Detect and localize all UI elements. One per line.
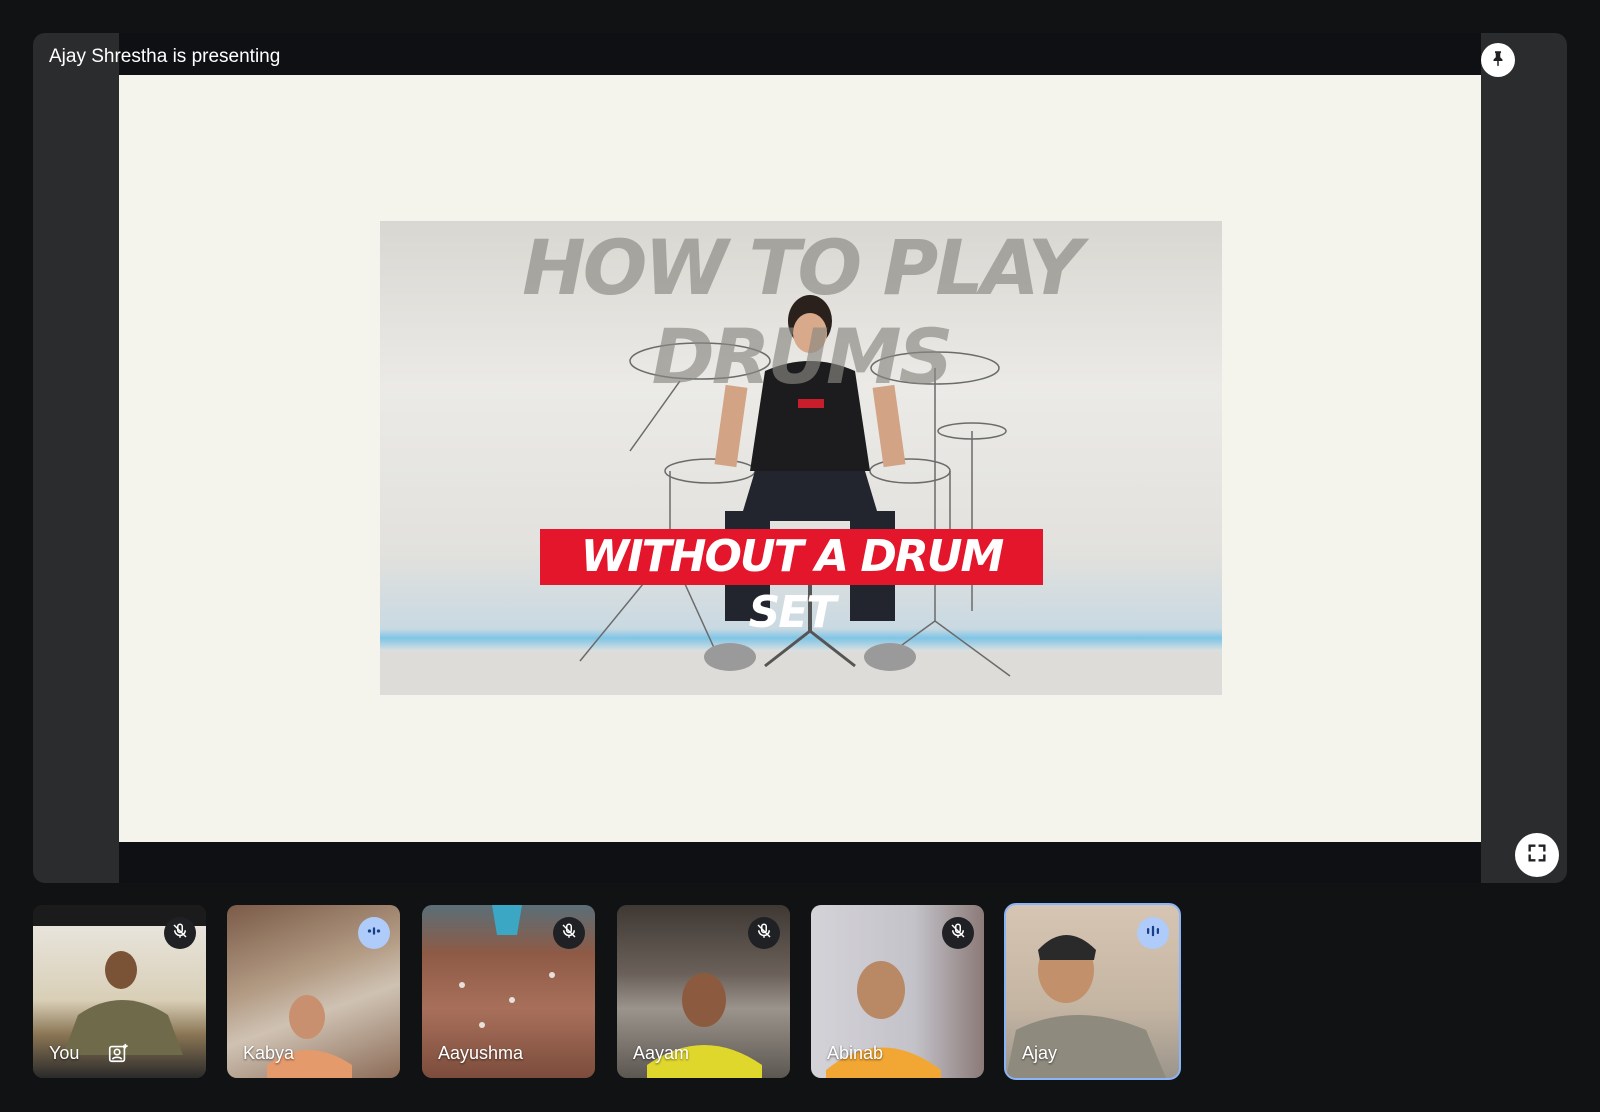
participant-name: Aayam [633,1043,690,1063]
presenter-label: Ajay Shrestha is presenting [49,46,281,67]
mic-muted-indicator [553,917,585,949]
fullscreen-icon [1526,842,1548,869]
mic-off-icon [755,922,773,945]
participant-name: Kabya [243,1043,295,1063]
mic-speaking-indicator [358,917,390,949]
mic-off-icon [560,922,578,945]
participant-name: Aayushma [438,1043,524,1063]
shared-screen: HOW TO PLAY DRUMS WITHOUT A DRUM SET [119,33,1481,883]
audio-level-icon [365,922,383,945]
mic-speaking-indicator [1137,917,1169,949]
participant-name: Ajay [1022,1043,1058,1063]
mic-off-icon [171,922,189,945]
participant-tile-aayushma[interactable]: Aayushma [422,905,595,1078]
pin-icon [1489,49,1507,72]
participant-tile-ajay[interactable]: Ajay [1004,903,1181,1080]
visual-effects-icon [107,1042,129,1069]
audio-level-icon [1144,922,1162,945]
participant-name: You [49,1043,80,1063]
presentation-stage: Ajay Shrestha is presenting HOW TO PLAY … [33,33,1567,883]
pin-button[interactable] [1481,43,1515,77]
participant-tile-abinab[interactable]: Abinab [811,905,984,1078]
mic-off-icon [949,922,967,945]
mic-muted-indicator [942,917,974,949]
video-thumbnail: HOW TO PLAY DRUMS WITHOUT A DRUM SET [380,221,1222,695]
participant-tile-aayam[interactable]: Aayam [617,905,790,1078]
thumbnail-title: HOW TO PLAY DRUMS [522,223,1083,401]
visual-effects-button[interactable] [105,1042,131,1068]
fullscreen-button[interactable] [1515,833,1559,877]
participant-name: Abinab [827,1043,884,1063]
participant-tile-kabya[interactable]: Kabya [227,905,400,1078]
mic-muted-indicator [164,917,196,949]
participant-tile-you[interactable]: You [33,905,206,1078]
mic-muted-indicator [748,917,780,949]
thumbnail-banner: WITHOUT A DRUM SET [540,529,1043,638]
shared-canvas: HOW TO PLAY DRUMS WITHOUT A DRUM SET [119,75,1481,842]
